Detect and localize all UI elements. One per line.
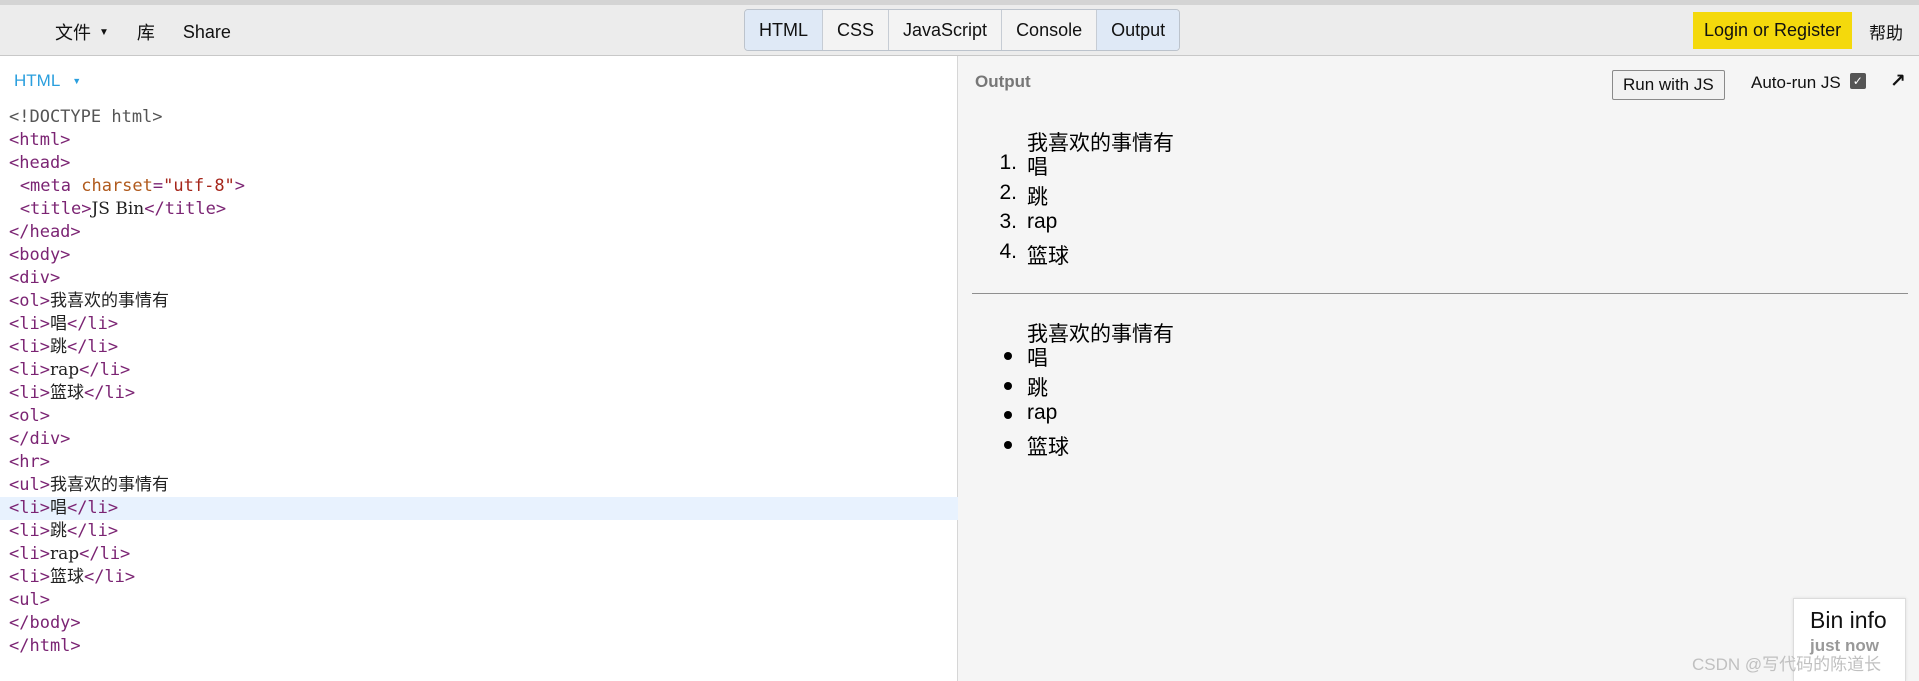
autorun-toggle[interactable]: Auto-run JS ✓ xyxy=(1751,73,1866,93)
menu-file-label: 文件 xyxy=(55,23,91,43)
ordered-list-item: 跳 xyxy=(1027,185,1048,209)
caret-down-icon: ▼ xyxy=(99,26,109,38)
menu-library-label: 库 xyxy=(136,23,155,43)
tab-console[interactable]: Console xyxy=(1002,10,1098,50)
top-toolbar: 文件 ▼ 库 Share HTML CSS JavaScript Console… xyxy=(0,0,1919,56)
code-line[interactable]: <li>篮球</li> xyxy=(0,566,958,589)
code-area[interactable]: <!DOCTYPE html> <html> <head> <meta charse… xyxy=(0,106,958,658)
ordered-list-marker: 3. xyxy=(999,210,1017,233)
login-register-button[interactable]: Login or Register xyxy=(1693,12,1853,49)
bullet-marker xyxy=(1004,411,1012,419)
menu-library[interactable]: 库 xyxy=(137,19,155,45)
menu-share-label: Share xyxy=(182,21,231,42)
editor-language-selector[interactable]: HTML ▼ xyxy=(14,71,81,91)
code-line[interactable]: <div> xyxy=(0,267,958,290)
code-line[interactable]: <body> xyxy=(0,244,958,267)
menu-left: 文件 ▼ 库 Share xyxy=(55,19,259,45)
output-panel-label: Output xyxy=(975,72,1031,91)
menu-file[interactable]: 文件 ▼ xyxy=(55,19,109,45)
code-line[interactable]: <hr> xyxy=(0,451,958,474)
ordered-list-item: 唱 xyxy=(1027,156,1048,179)
popout-arrow-icon[interactable]: ↗ xyxy=(1890,70,1906,93)
tab-html[interactable]: HTML xyxy=(745,10,823,50)
ordered-list-heading: 我喜欢的事情有 xyxy=(1027,132,1174,155)
code-line[interactable]: </body> xyxy=(0,612,958,635)
tab-javascript[interactable]: JavaScript xyxy=(889,10,1003,50)
ordered-list-marker: 4. xyxy=(999,239,1017,263)
run-with-js-button[interactable]: Run with JS xyxy=(1612,70,1725,100)
code-line[interactable]: <head> xyxy=(0,152,958,175)
code-line[interactable]: <title>JS Bin</title> xyxy=(0,198,958,221)
caret-down-icon: ▼ xyxy=(72,76,82,86)
ordered-list-marker: 1. xyxy=(999,151,1017,174)
code-line[interactable]: <ol> xyxy=(0,405,958,428)
code-line[interactable]: <html> xyxy=(0,129,958,152)
code-line[interactable]: <ul>我喜欢的事情有 xyxy=(0,474,958,497)
bullet-marker xyxy=(1004,381,1012,390)
code-line[interactable]: <li>唱</li> xyxy=(0,497,958,520)
code-line[interactable]: <li>跳</li> xyxy=(0,520,958,543)
output-panel: 我喜欢的事情有 1. 唱 2. 跳 3. rap 4. 篮球 我喜欢的事情有 唱跳 rap 篮球 … xyxy=(959,56,1919,681)
code-line[interactable]: <li>跳</li> xyxy=(0,336,958,359)
code-line[interactable]: <li>rap</li> xyxy=(0,543,958,566)
unordered-list-item: 篮球 xyxy=(1027,435,1069,459)
bin-info-title: Bin info xyxy=(1810,607,1887,633)
code-line[interactable]: <li>篮球</li> xyxy=(0,382,958,405)
ordered-list-marker: 2. xyxy=(999,180,1017,204)
bullet-marker xyxy=(1004,352,1012,360)
help-link[interactable]: 帮助 xyxy=(1869,19,1903,44)
code-line[interactable]: </head> xyxy=(0,221,958,244)
panel-toggle-group: HTML CSS JavaScript Console Output xyxy=(744,9,1181,51)
unordered-list-item: rap xyxy=(1027,401,1058,424)
code-line[interactable]: <!DOCTYPE html> xyxy=(0,106,958,129)
horizontal-rule xyxy=(972,293,1908,294)
unordered-list-item: 跳 xyxy=(1027,376,1048,400)
unordered-list-heading: 我喜欢的事情有 xyxy=(1027,323,1174,346)
tab-css[interactable]: CSS xyxy=(823,10,890,50)
html-editor-panel: HTML ▼ <!DOCTYPE html> <html> <head> <meta… xyxy=(0,56,958,681)
ordered-list-item: rap xyxy=(1027,210,1058,233)
code-line[interactable]: <ul> xyxy=(0,589,958,612)
watermark: CSDN @写代码的陈道长 xyxy=(1692,655,1882,674)
code-line[interactable]: </div> xyxy=(0,428,958,451)
code-line[interactable]: <li>唱</li> xyxy=(0,313,958,336)
bullet-marker xyxy=(1004,440,1012,449)
code-line[interactable]: <li>rap</li> xyxy=(0,359,958,382)
code-line[interactable]: </html> xyxy=(0,635,958,658)
unordered-list-item: 唱 xyxy=(1027,347,1048,370)
editor-language-label: HTML xyxy=(14,71,61,90)
code-line[interactable]: <meta charset="utf-8"> xyxy=(0,175,958,198)
menu-share[interactable]: Share xyxy=(183,22,231,43)
tab-output[interactable]: Output xyxy=(1097,10,1180,50)
code-line[interactable]: <ol>我喜欢的事情有 xyxy=(0,290,958,313)
check-icon[interactable]: ✓ xyxy=(1849,73,1866,89)
autorun-label: Auto-run JS xyxy=(1751,73,1841,92)
ordered-list-item: 篮球 xyxy=(1027,244,1069,268)
